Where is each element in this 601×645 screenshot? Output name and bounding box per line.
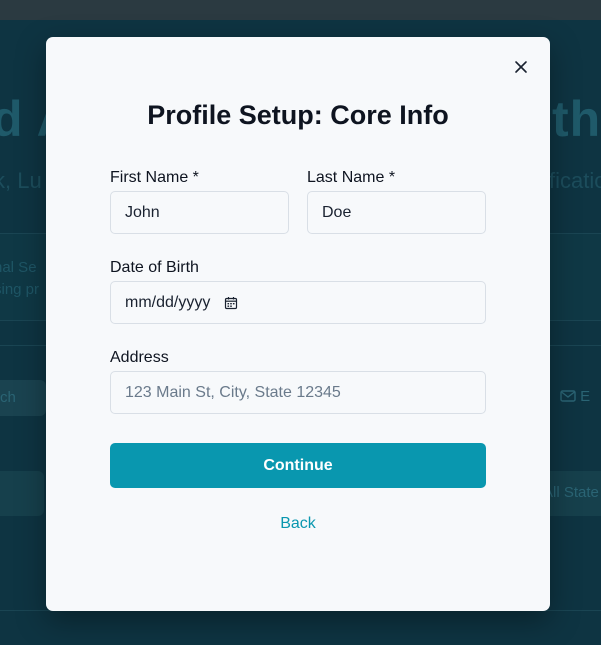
- calendar-icon[interactable]: [224, 296, 238, 310]
- search-fragment: ch: [0, 389, 16, 406]
- modal-title: Profile Setup: Core Info: [147, 100, 449, 130]
- address-label: Address: [110, 349, 169, 366]
- card-line-2: sing pr: [0, 281, 40, 298]
- first-name-label: First Name *: [110, 169, 199, 186]
- mail-icon: [560, 390, 576, 402]
- first-name-value: John: [125, 203, 160, 221]
- profile-setup-modal: Profile Setup: Core Info First Name * Jo…: [46, 37, 550, 611]
- card-line-1: nal Se: [0, 259, 37, 276]
- dob-input[interactable]: mm/dd/yyyy: [110, 281, 486, 324]
- last-name-label: Last Name *: [307, 169, 396, 186]
- hero-title-right: thi: [552, 91, 601, 147]
- continue-button[interactable]: Continue: [110, 443, 486, 488]
- email-fragment: E: [580, 388, 591, 405]
- background-search: ch: [0, 380, 46, 416]
- address-input[interactable]: 123 Main St, City, State 12345: [110, 371, 486, 414]
- close-button[interactable]: [510, 56, 532, 78]
- back-link[interactable]: Back: [46, 515, 550, 533]
- hero-subtitle-right: ficatio: [549, 168, 601, 193]
- address-placeholder: 123 Main St, City, State 12345: [125, 383, 341, 401]
- dob-placeholder: mm/dd/yyyy: [125, 293, 211, 311]
- top-bar: [0, 0, 601, 20]
- background-email: E: [560, 388, 590, 405]
- close-icon: [515, 61, 527, 73]
- last-name-value: Doe: [322, 203, 352, 221]
- hero-subtitle-left: k, Lu: [0, 168, 42, 193]
- background-button-left: [0, 471, 44, 516]
- last-name-input[interactable]: Doe: [307, 191, 486, 234]
- first-name-input[interactable]: John: [110, 191, 289, 234]
- dob-label: Date of Birth: [110, 259, 199, 276]
- filter-fragment: All State: [543, 484, 599, 501]
- background-card-text: nal Se sing pr: [0, 257, 39, 301]
